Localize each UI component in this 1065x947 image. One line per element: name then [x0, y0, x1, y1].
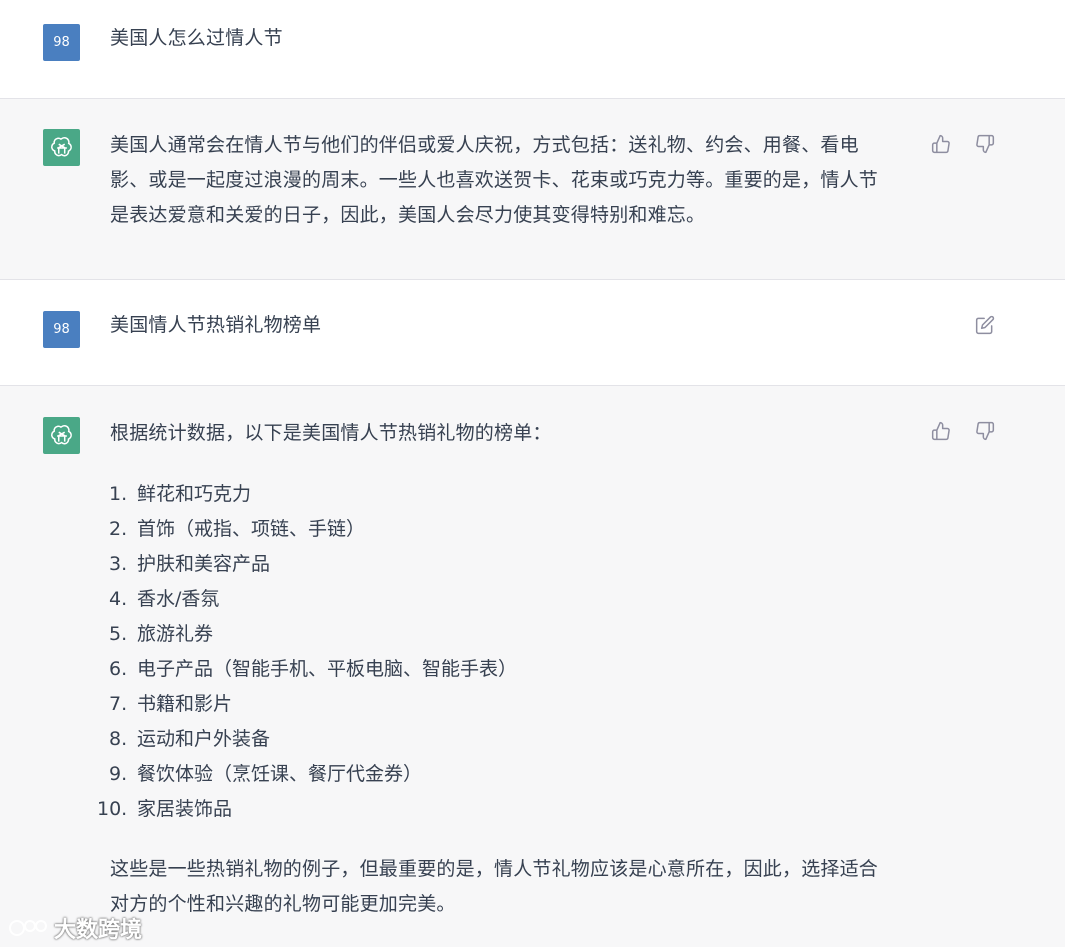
openai-logo-icon [50, 424, 72, 444]
list-item-number: 5. [109, 623, 128, 645]
list-item-number: 1. [109, 483, 128, 505]
list-item-text: 运动和户外装备 [137, 728, 271, 750]
thumbs-down-icon [976, 134, 995, 154]
list-item-text: 旅游礼券 [137, 623, 214, 645]
list-item-number: 2. [109, 518, 128, 540]
assistant-message-1: 美国人通常会在情人节与他们的伴侣或爱人庆祝，方式包括：送礼物、约会、用餐、看电 … [0, 99, 1065, 280]
list-item-number: 7. [109, 693, 128, 715]
list-item: 10. 家居装饰品 [95, 792, 517, 827]
edit-button[interactable] [972, 312, 998, 338]
list-item-number: 3. [109, 553, 128, 575]
thumbs-down-button[interactable] [972, 131, 998, 157]
assistant-message-2: 根据统计数据，以下是美国情人节热销礼物的榜单： 1. 鲜花和巧克力 2. 首饰（戒指… [0, 386, 1065, 947]
list-item-number: 9. [109, 763, 128, 785]
watermark-text: 大数跨境 [54, 918, 143, 943]
user-message-2: 98 美国情人节热销礼物榜单 [0, 280, 1065, 386]
list-item-text: 鲜花和巧克力 [137, 483, 252, 505]
list-item-text: 电子产品（智能手机、平板电脑、智能手表） [137, 658, 518, 680]
user-avatar: 98 [43, 311, 80, 348]
list-item-text: 首饰（戒指、项链、手链） [137, 518, 366, 540]
feedback-actions [928, 131, 998, 157]
list-item-text: 香水/香氛 [137, 588, 220, 610]
user-message-text: 美国情人节热销礼物榜单 [110, 314, 322, 336]
list-item: 6. 电子产品（智能手机、平板电脑、智能手表） [95, 652, 517, 687]
thumbs-down-icon [976, 421, 995, 441]
assistant-avatar [43, 417, 80, 454]
list-item: 2. 首饰（戒指、项链、手链） [95, 512, 517, 547]
thumbs-up-button[interactable] [928, 131, 954, 157]
user-avatar-label: 98 [53, 35, 70, 50]
list-item-number: 10. [97, 798, 128, 820]
watermark: 大数跨境 [8, 912, 142, 944]
openai-logo-icon [50, 136, 72, 156]
assistant-intro: 根据统计数据，以下是美国情人节热销礼物的榜单： [110, 422, 552, 444]
assistant-line-1: 美国人通常会在情人节与他们的伴侣或爱人庆祝，方式包括：送礼物、约会、用餐、看电 [110, 134, 859, 156]
list-item-number: 4. [109, 588, 128, 610]
list-item-text: 书籍和影片 [137, 693, 233, 715]
list-item: 5. 旅游礼券 [95, 617, 517, 652]
feedback-actions [928, 418, 998, 444]
user-avatar: 98 [43, 24, 80, 61]
edit-icon [975, 315, 995, 335]
watermark-logo-icon [9, 920, 47, 936]
assistant-avatar [43, 129, 80, 166]
list-item-number: 8. [109, 728, 128, 750]
thumbs-up-icon [931, 134, 950, 154]
list-item-text: 护肤和美容产品 [137, 553, 271, 575]
list-item-text: 家居装饰品 [137, 798, 233, 820]
assistant-outro-line-1: 这些是一些热销礼物的例子，但最重要的是，情人节礼物应该是心意所在，因此，选择适合 [110, 858, 879, 880]
edit-actions [972, 312, 998, 338]
thumbs-up-icon [931, 421, 950, 441]
gift-ranking-list: 1. 鲜花和巧克力 2. 首饰（戒指、项链、手链） 3. 护肤和美容产品 4. 香水/香… [95, 477, 517, 827]
list-item-number: 6. [109, 658, 128, 680]
assistant-message-text: 美国人通常会在情人节与他们的伴侣或爱人庆祝，方式包括：送礼物、约会、用餐、看电 … [110, 128, 920, 233]
thumbs-down-button[interactable] [972, 418, 998, 444]
user-message-text: 美国人怎么过情人节 [110, 27, 283, 49]
user-avatar-label: 98 [53, 322, 70, 337]
thumbs-up-button[interactable] [928, 418, 954, 444]
assistant-line-3: 是表达爱意和关爱的日子，因此，美国人会尽力使其变得特别和难忘。 [110, 204, 706, 226]
list-item: 1. 鲜花和巧克力 [95, 477, 517, 512]
list-item-text: 餐饮体验（烹饪课、餐厅代金券） [137, 763, 423, 785]
user-message-1: 98 美国人怎么过情人节 [0, 0, 1065, 99]
assistant-outro: 这些是一些热销礼物的例子，但最重要的是，情人节礼物应该是心意所在，因此，选择适合… [110, 852, 920, 922]
list-item: 7. 书籍和影片 [95, 687, 517, 722]
list-item: 3. 护肤和美容产品 [95, 547, 517, 582]
assistant-outro-line-2: 对方的个性和兴趣的礼物可能更加完美。 [110, 893, 456, 915]
list-item: 4. 香水/香氛 [95, 582, 517, 617]
list-item: 8. 运动和户外装备 [95, 722, 517, 757]
assistant-line-2: 影、或是一起度过浪漫的周末。一些人也喜欢送贺卡、花束或巧克力等。重要的是，情人节 [110, 169, 879, 191]
list-item: 9. 餐饮体验（烹饪课、餐厅代金券） [95, 757, 517, 792]
